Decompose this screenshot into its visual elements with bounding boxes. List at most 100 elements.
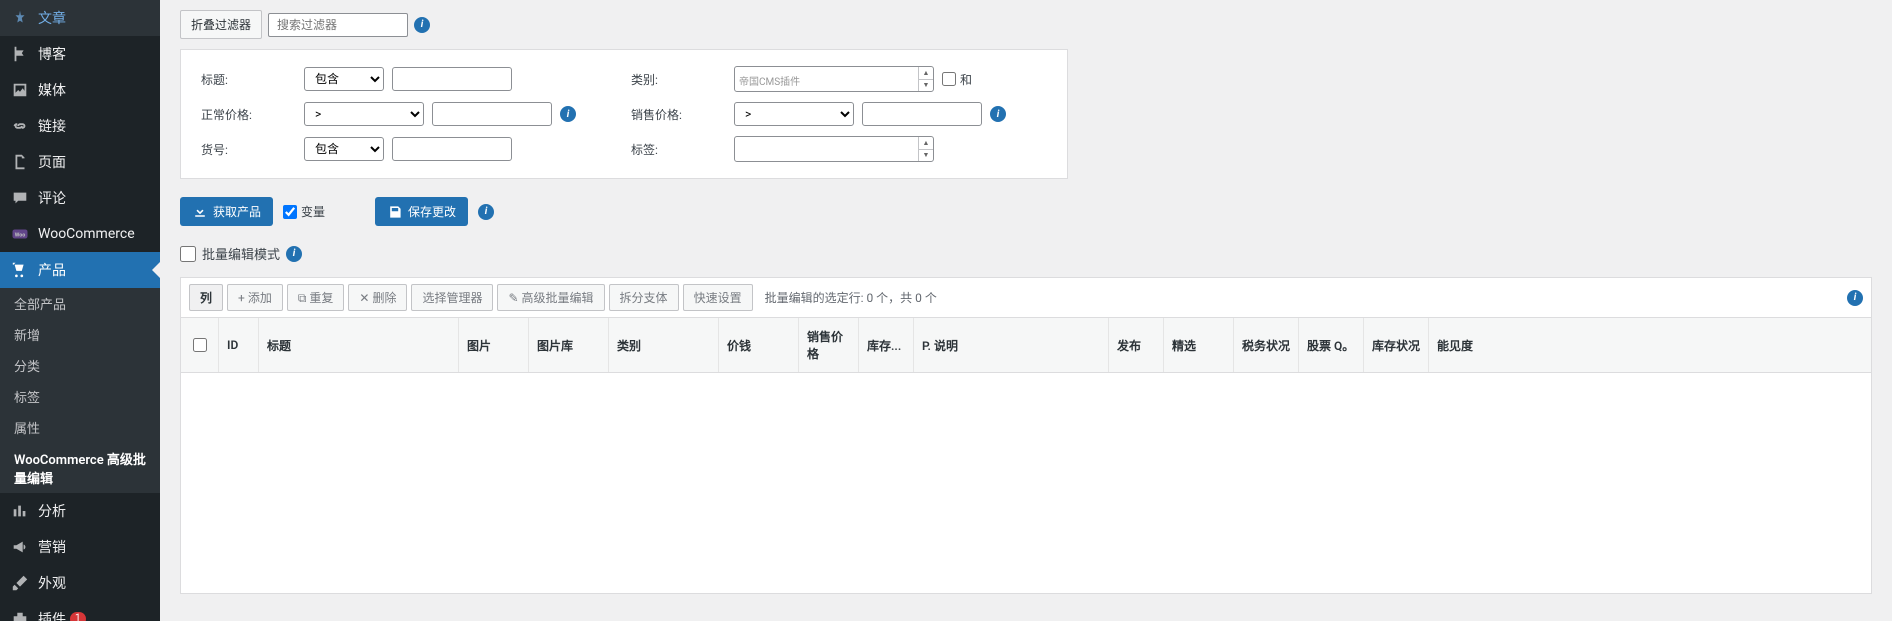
bulk-mode-row: 批量编辑模式 i [180,244,1872,263]
sku-input[interactable] [392,137,512,161]
scroll-down-icon[interactable]: ▼ [919,150,933,162]
th-image[interactable]: 图片 [459,318,529,372]
th-price[interactable]: 价钱 [719,318,799,372]
table-body-empty [181,373,1871,593]
tags-multiselect[interactable]: ▲▼ [734,136,934,162]
action-row: 获取产品 变量 保存更改 i [180,197,1872,226]
regular-price-input[interactable] [432,102,552,126]
th-stock-q[interactable]: 股票 Q。 [1299,318,1364,372]
add-button[interactable]: + 添加 [227,284,283,311]
variations-checkbox-label[interactable]: 变量 [283,203,325,220]
submenu-categories[interactable]: 分类 [0,350,160,381]
info-icon[interactable]: i [478,204,494,220]
menu-pages[interactable]: 页面 [0,144,160,180]
th-sale-price[interactable]: 销售价格 [799,318,859,372]
chart-icon [10,501,30,521]
page-icon [10,152,30,172]
th-tax[interactable]: 税务状况 [1234,318,1299,372]
menu-label: 博客 [38,44,66,64]
menu-label: 评论 [38,188,66,208]
filter-top-bar: 折叠过滤器 i [180,10,1872,39]
collapse-filters-button[interactable]: 折叠过滤器 [180,10,262,39]
menu-marketing[interactable]: 营销 [0,529,160,565]
save-changes-button[interactable]: 保存更改 [375,197,468,226]
get-products-label: 获取产品 [213,203,261,220]
submenu-tags[interactable]: 标签 [0,381,160,412]
split-variants-button[interactable]: 拆分支体 [609,284,679,311]
info-icon[interactable]: i [1847,290,1863,306]
filter-panel: 标题: 包含 类别: 帝国CMS插件 ▲▼ 和 [180,49,1068,179]
sale-price-input[interactable] [862,102,982,126]
info-icon[interactable]: i [414,17,430,33]
scroll-down-icon[interactable]: ▼ [919,80,933,92]
scroll-up-icon[interactable]: ▲ [919,137,933,150]
scroll-up-icon[interactable]: ▲ [919,67,933,80]
submenu-add-new[interactable]: 新增 [0,319,160,350]
table-header-row: ID 标题 图片 图片库 类别 价钱 销售价格 库存... P. 说明 发布 精… [181,318,1871,373]
regular-price-op-select[interactable]: > [304,102,424,126]
columns-button[interactable]: 列 [189,284,223,311]
sku-op-select[interactable]: 包含 [304,137,384,161]
menu-products[interactable]: 产品 [0,252,160,288]
submenu-label: 属性 [14,418,40,437]
update-badge: 1 [70,612,86,621]
th-checkbox [181,318,219,372]
menu-blog[interactable]: 博客 [0,36,160,72]
search-filters-input[interactable] [268,13,408,37]
menu-label: 链接 [38,116,66,136]
th-stock-status[interactable]: 库存状况 [1364,318,1429,372]
menu-label: 外观 [38,573,66,593]
th-visibility[interactable]: 能见度 [1429,318,1871,372]
info-icon[interactable]: i [990,106,1006,122]
products-table: ID 标题 图片 图片库 类别 价钱 销售价格 库存... P. 说明 发布 精… [180,318,1872,594]
menu-links[interactable]: 链接 [0,108,160,144]
menu-media[interactable]: 媒体 [0,72,160,108]
select-all-checkbox[interactable] [193,338,207,352]
duplicate-button[interactable]: ⧉ 重复 [287,284,345,311]
submenu-label: WooCommerce 高级批量编辑 [14,449,150,487]
submenu-all-products[interactable]: 全部产品 [0,288,160,319]
sale-price-op-select[interactable]: > [734,102,854,126]
menu-label: 媒体 [38,80,66,100]
cart-icon [10,260,30,280]
bulk-mode-checkbox[interactable] [180,246,196,262]
delete-icon: ✕ [359,291,369,305]
th-stock[interactable]: 库存... [859,318,914,372]
th-publish[interactable]: 发布 [1109,318,1164,372]
menu-posts[interactable]: 文章 [0,0,160,36]
title-operator-select[interactable]: 包含 [304,67,384,91]
submenu-bulk-edit[interactable]: WooCommerce 高级批量编辑 [0,443,160,493]
woo-icon: Woo [10,224,30,244]
and-checkbox[interactable] [942,72,956,86]
quick-settings-button[interactable]: 快速设置 [683,284,753,311]
get-products-button[interactable]: 获取产品 [180,197,273,226]
regular-price-label: 正常价格: [201,106,296,123]
th-featured[interactable]: 精选 [1164,318,1234,372]
pin-icon [10,8,30,28]
menu-comments[interactable]: 评论 [0,180,160,216]
info-icon[interactable]: i [560,106,576,122]
select-manager-button[interactable]: 选择管理器 [411,284,493,311]
variations-checkbox[interactable] [283,205,297,219]
category-multiselect[interactable]: 帝国CMS插件 ▲▼ [734,66,934,92]
th-category[interactable]: 类别 [609,318,719,372]
menu-appearance[interactable]: 外观 [0,565,160,601]
info-icon[interactable]: i [286,246,302,262]
th-image-lib[interactable]: 图片库 [529,318,609,372]
svg-text:Woo: Woo [15,232,25,238]
menu-woocommerce[interactable]: Woo WooCommerce [0,216,160,252]
submenu-attributes[interactable]: 属性 [0,412,160,443]
th-title[interactable]: 标题 [259,318,459,372]
menu-analytics[interactable]: 分析 [0,493,160,529]
flag-icon [10,44,30,64]
delete-button[interactable]: ✕ 删除 [348,284,407,311]
advanced-bulk-button[interactable]: ✎ 高级批量编辑 [497,284,604,311]
edit-icon: ✎ [508,291,518,305]
th-id[interactable]: ID [219,318,259,372]
th-desc[interactable]: P. 说明 [914,318,1109,372]
menu-plugins[interactable]: 插件 1 [0,601,160,621]
title-filter-input[interactable] [392,67,512,91]
main-content: 折叠过滤器 i 标题: 包含 类别: 帝国CMS插件 ▲▼ [160,0,1892,621]
selection-status: 批量编辑的选定行: 0 个，共 0 个 [765,289,937,306]
and-checkbox-label[interactable]: 和 [942,71,972,88]
